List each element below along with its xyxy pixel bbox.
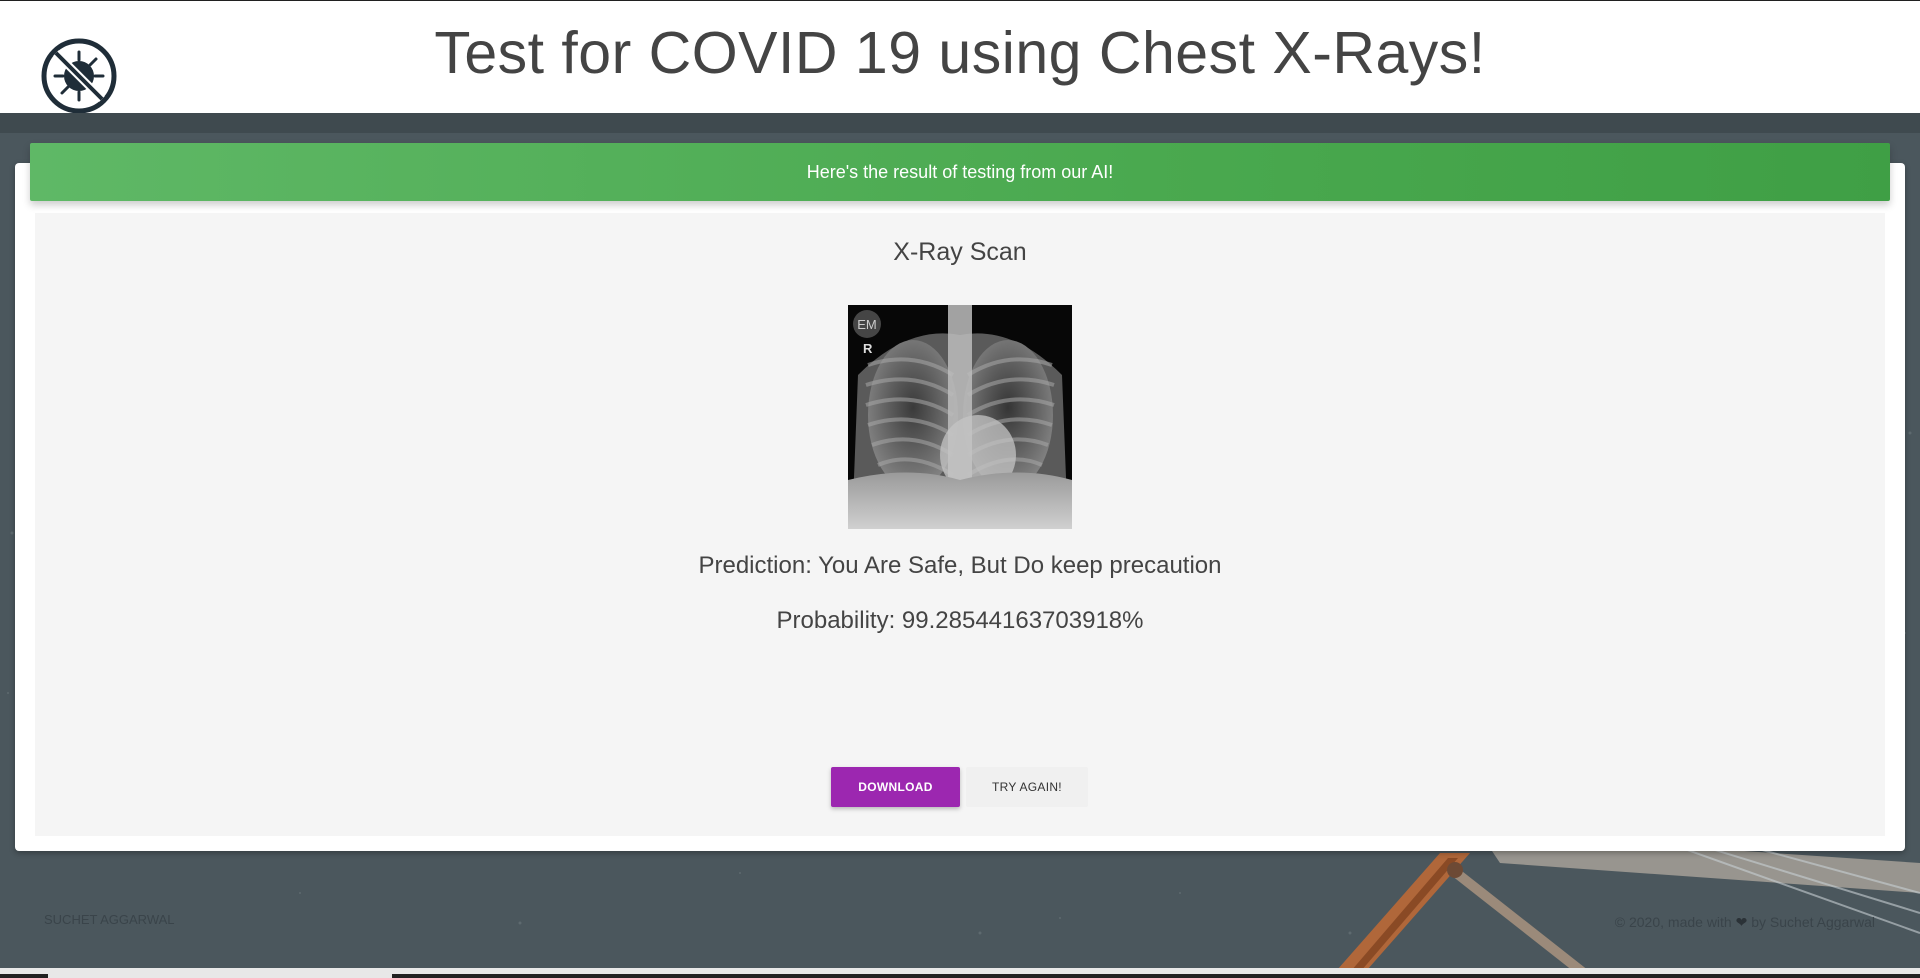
heart-icon: ❤ bbox=[1735, 914, 1748, 930]
xray-side-marker: R bbox=[863, 341, 873, 356]
page-title: Test for COVID 19 using Chest X-Rays! bbox=[434, 20, 1486, 86]
footer-author-link[interactable]: Suchet Aggarwal bbox=[1770, 914, 1875, 930]
scan-title: X-Ray Scan bbox=[893, 238, 1027, 266]
header-bar: Test for COVID 19 using Chest X-Rays! bbox=[0, 1, 1920, 114]
footer-brand: SUCHET AGGARWAL bbox=[44, 912, 175, 927]
chest-xray-image: EM R bbox=[848, 305, 1072, 529]
result-alert-banner: Here's the result of testing from our AI… bbox=[30, 143, 1890, 201]
footer-credit-prefix: © 2020, made with bbox=[1614, 914, 1732, 930]
try-again-button[interactable]: TRY AGAIN! bbox=[966, 767, 1088, 807]
xray-overlay-text: EM bbox=[857, 317, 877, 332]
probability-text: Probability: 99.28544163703918% bbox=[776, 607, 1144, 634]
prediction-text: Prediction: You Are Safe, But Do keep pr… bbox=[698, 552, 1222, 579]
bottom-scroll-segment bbox=[0, 974, 48, 978]
bottom-scroll-segment bbox=[392, 974, 1920, 978]
xray-illustration: EM R bbox=[848, 305, 1072, 529]
footer-credit-suffix: by bbox=[1751, 914, 1767, 930]
footer-credit: © 2020, made with ❤ by Suchet Aggarwal bbox=[1615, 914, 1875, 931]
download-button[interactable]: DOWNLOAD bbox=[831, 767, 960, 807]
header-shadow-band bbox=[0, 113, 1920, 133]
